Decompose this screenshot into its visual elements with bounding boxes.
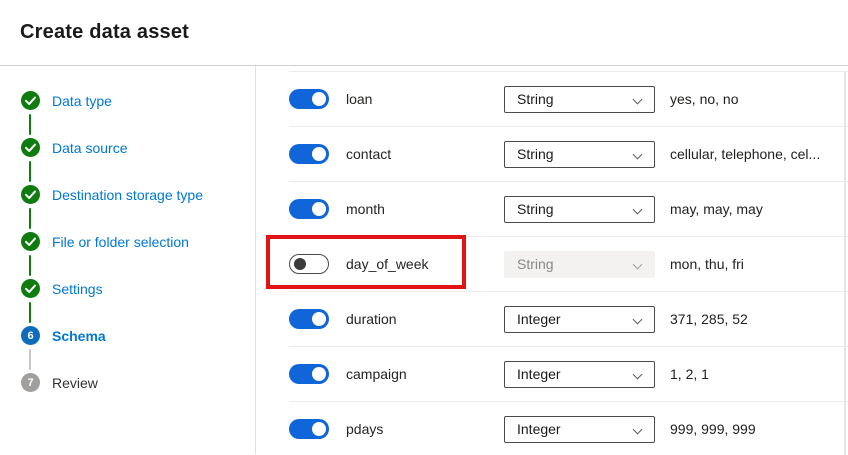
header: Create data asset (0, 0, 848, 66)
page-title: Create data asset (20, 21, 189, 44)
step-label: Data type (52, 93, 112, 109)
column-type-dropdown[interactable]: String (504, 196, 655, 223)
chevron-down-icon (633, 369, 643, 379)
column-name: loan (346, 91, 504, 107)
column-type-dropdown[interactable]: Integer (504, 416, 655, 443)
chevron-down-icon (633, 94, 643, 104)
chevron-down-icon (633, 314, 643, 324)
include-column-toggle[interactable] (289, 254, 329, 274)
scrollbar-track[interactable] (844, 72, 846, 455)
column-name: pdays (346, 421, 504, 437)
chevron-down-icon (633, 424, 643, 434)
step-label: Settings (52, 281, 103, 297)
body: Data type Data source (0, 66, 848, 454)
check-circle-icon (21, 185, 40, 204)
column-type-value: String (517, 201, 554, 217)
schema-row: pdays Integer 999, 999, 999 (289, 401, 848, 455)
sidebar-item-data-source[interactable]: Data source (21, 138, 255, 157)
chevron-down-icon (633, 259, 643, 269)
sidebar-item-file-or-folder-selection[interactable]: File or folder selection (21, 232, 255, 251)
column-type-value: String (517, 91, 554, 107)
toggle-knob (294, 258, 306, 270)
column-name: duration (346, 311, 504, 327)
step-label: Review (52, 375, 98, 391)
check-circle-icon (21, 91, 40, 110)
column-type-value: Integer (517, 311, 561, 327)
toggle-knob (312, 147, 326, 161)
sample-values: 1, 2, 1 (670, 366, 709, 382)
check-circle-icon (21, 232, 40, 251)
step-number-badge: 7 (21, 373, 40, 392)
column-name: day_of_week (346, 256, 504, 272)
include-column-toggle[interactable] (289, 89, 329, 109)
column-type-value: Integer (517, 421, 561, 437)
sidebar-item-data-type[interactable]: Data type (21, 91, 255, 110)
chevron-down-icon (633, 149, 643, 159)
sidebar-item-settings[interactable]: Settings (21, 279, 255, 298)
include-column-toggle[interactable] (289, 364, 329, 384)
schema-row: campaign Integer 1, 2, 1 (289, 346, 848, 401)
toggle-knob (312, 92, 326, 106)
column-type-dropdown[interactable]: Integer (504, 361, 655, 388)
toggle-knob (312, 202, 326, 216)
schema-row: day_of_week String mon, thu, fri (289, 236, 848, 291)
include-column-toggle[interactable] (289, 144, 329, 164)
step-connector (29, 302, 31, 323)
sample-values: may, may, may (670, 201, 763, 217)
sample-values: 999, 999, 999 (670, 421, 756, 437)
sample-values: cellular, telephone, cel... (670, 146, 820, 162)
check-circle-icon (21, 279, 40, 298)
column-type-dropdown: String (504, 251, 655, 278)
schema-panel: loan String yes, no, no contact String c… (256, 66, 848, 454)
sidebar-item-schema[interactable]: 6 Schema (21, 326, 255, 345)
step-connector (29, 208, 31, 229)
step-connector (29, 161, 31, 182)
schema-row: loan String yes, no, no (289, 71, 848, 126)
column-type-value: String (517, 256, 554, 272)
column-name: campaign (346, 366, 504, 382)
sample-values: 371, 285, 52 (670, 311, 748, 327)
include-column-toggle[interactable] (289, 199, 329, 219)
step-connector (29, 349, 31, 370)
column-type-value: String (517, 146, 554, 162)
step-connector (29, 255, 31, 276)
sample-values: mon, thu, fri (670, 256, 744, 272)
step-connector (29, 114, 31, 135)
schema-row: duration Integer 371, 285, 52 (289, 291, 848, 346)
step-label: Destination storage type (52, 187, 203, 203)
wizard-steps-nav: Data type Data source (0, 66, 256, 454)
column-name: contact (346, 146, 504, 162)
step-label: Data source (52, 140, 127, 156)
schema-row: month String may, may, may (289, 181, 848, 236)
column-name: month (346, 201, 504, 217)
create-data-asset-wizard: Create data asset Data type (0, 0, 848, 455)
sidebar-item-review: 7 Review (21, 373, 255, 392)
toggle-knob (312, 367, 326, 381)
sample-values: yes, no, no (670, 91, 739, 107)
chevron-down-icon (633, 204, 643, 214)
toggle-knob (312, 422, 326, 436)
sidebar-item-destination-storage-type[interactable]: Destination storage type (21, 185, 255, 204)
schema-row: contact String cellular, telephone, cel.… (289, 126, 848, 181)
step-label: Schema (52, 328, 106, 344)
step-label: File or folder selection (52, 234, 189, 250)
toggle-knob (312, 312, 326, 326)
step-number-badge: 6 (21, 326, 40, 345)
include-column-toggle[interactable] (289, 309, 329, 329)
column-type-dropdown[interactable]: Integer (504, 306, 655, 333)
include-column-toggle[interactable] (289, 419, 329, 439)
column-type-value: Integer (517, 366, 561, 382)
column-type-dropdown[interactable]: String (504, 141, 655, 168)
column-type-dropdown[interactable]: String (504, 86, 655, 113)
check-circle-icon (21, 138, 40, 157)
